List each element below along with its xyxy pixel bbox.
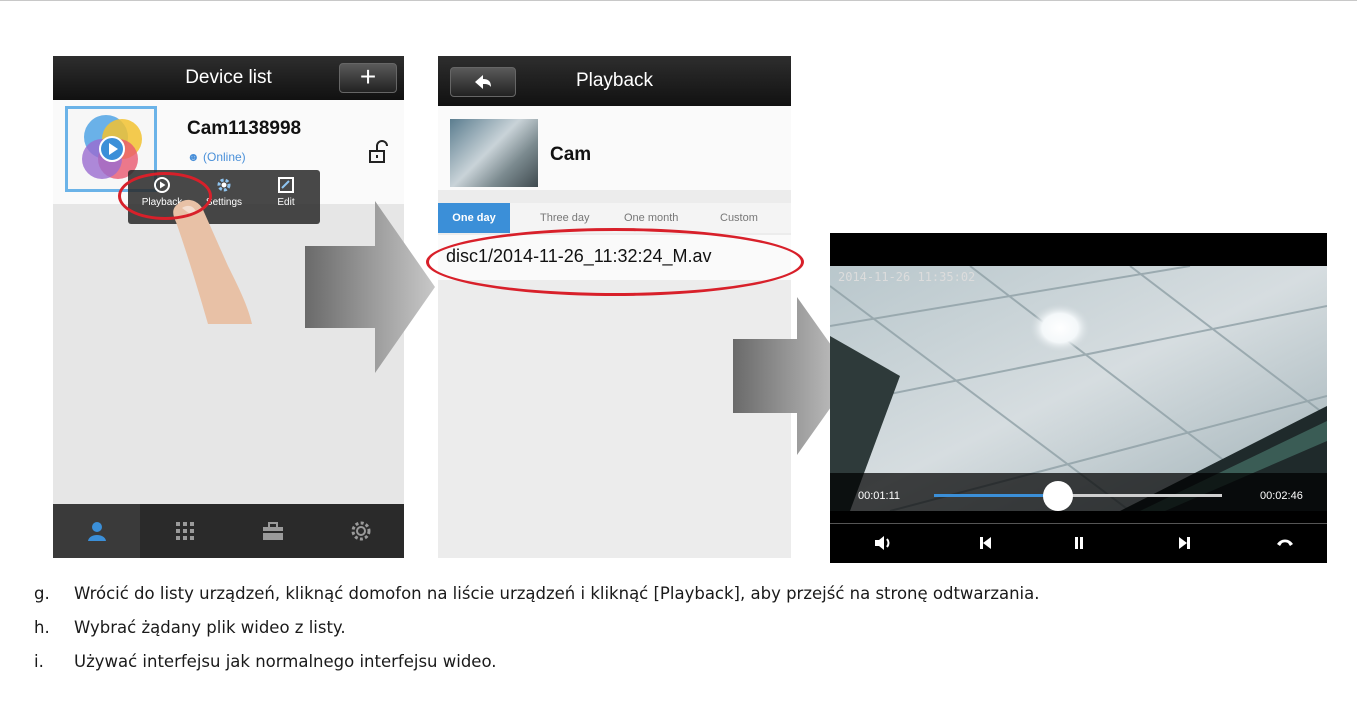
bottom-tab-bar xyxy=(53,504,404,558)
step-text: Używać interfejsu jak normalnego interfe… xyxy=(74,652,497,671)
seek-progress xyxy=(934,494,1058,497)
gear-icon xyxy=(217,178,231,192)
edit-icon xyxy=(278,177,294,193)
tab-one-day[interactable]: One day xyxy=(438,203,510,233)
add-device-button[interactable]: + xyxy=(339,63,397,93)
gear-icon xyxy=(351,521,370,541)
instruction-list: g. Wrócić do listy urządzeń, kliknąć dom… xyxy=(34,583,1324,685)
camera-thumbnail xyxy=(450,119,538,187)
playback-highlight-ring xyxy=(118,172,212,220)
device-name: Cam1138998 xyxy=(187,118,302,139)
device-status: ☻ (Online) xyxy=(187,150,246,164)
pause-icon xyxy=(1075,537,1083,549)
step-text: Wybrać żądany plik wideo z listy. xyxy=(74,618,346,637)
grid-icon xyxy=(175,522,194,540)
instruction-step: i. Używać interfejsu jak normalnego inte… xyxy=(34,651,1324,673)
device-status-text: (Online) xyxy=(202,150,246,164)
instruction-step: g. Wrócić do listy urządzeń, kliknąć dom… xyxy=(34,583,1324,605)
back-arrow-icon xyxy=(475,75,491,89)
step-marker: h. xyxy=(34,618,50,637)
unlock-icon[interactable] xyxy=(367,140,389,169)
tab-devices[interactable] xyxy=(53,504,140,558)
tab-settings[interactable] xyxy=(317,504,404,558)
camera-name: Cam xyxy=(550,144,592,165)
tab-custom[interactable]: Custom xyxy=(720,203,758,233)
arrow-right-icon xyxy=(305,201,435,373)
person-icon xyxy=(87,522,106,541)
controls-divider xyxy=(830,523,1327,524)
seek-thumb[interactable] xyxy=(1042,481,1073,511)
step-marker: i. xyxy=(34,652,44,671)
file-highlight-ring xyxy=(426,228,804,296)
video-timestamp: 2014-11-26 11:35:02 xyxy=(838,270,976,284)
next-button[interactable] xyxy=(1170,529,1200,557)
previous-icon xyxy=(980,537,991,549)
user-icon: ☻ xyxy=(187,150,200,164)
step-text: Wrócić do listy urządzeń, kliknąć domofo… xyxy=(74,584,1040,603)
tab-toolbox[interactable] xyxy=(229,504,316,558)
volume-button[interactable] xyxy=(868,529,898,557)
duration-time: 00:02:46 xyxy=(1260,490,1303,502)
toolbox-icon xyxy=(262,522,283,540)
document-page: Device list + Cam1138998 ☻ (Online) Play… xyxy=(0,0,1357,711)
pause-button[interactable] xyxy=(1064,529,1094,557)
back-button[interactable] xyxy=(450,67,516,97)
previous-button[interactable] xyxy=(970,529,1000,557)
next-icon xyxy=(1179,537,1190,549)
volume-icon xyxy=(875,536,890,550)
hangup-icon xyxy=(1277,539,1293,546)
tab-grid[interactable] xyxy=(141,504,228,558)
hangup-button[interactable] xyxy=(1270,529,1300,557)
instruction-step: h. Wybrać żądany plik wideo z listy. xyxy=(34,617,1324,639)
step-marker: g. xyxy=(34,584,50,603)
elapsed-time: 00:01:11 xyxy=(858,490,901,502)
video-player-screen: 2014-11-26 11:35:02 00:01:11 00:02:46 xyxy=(830,233,1327,563)
